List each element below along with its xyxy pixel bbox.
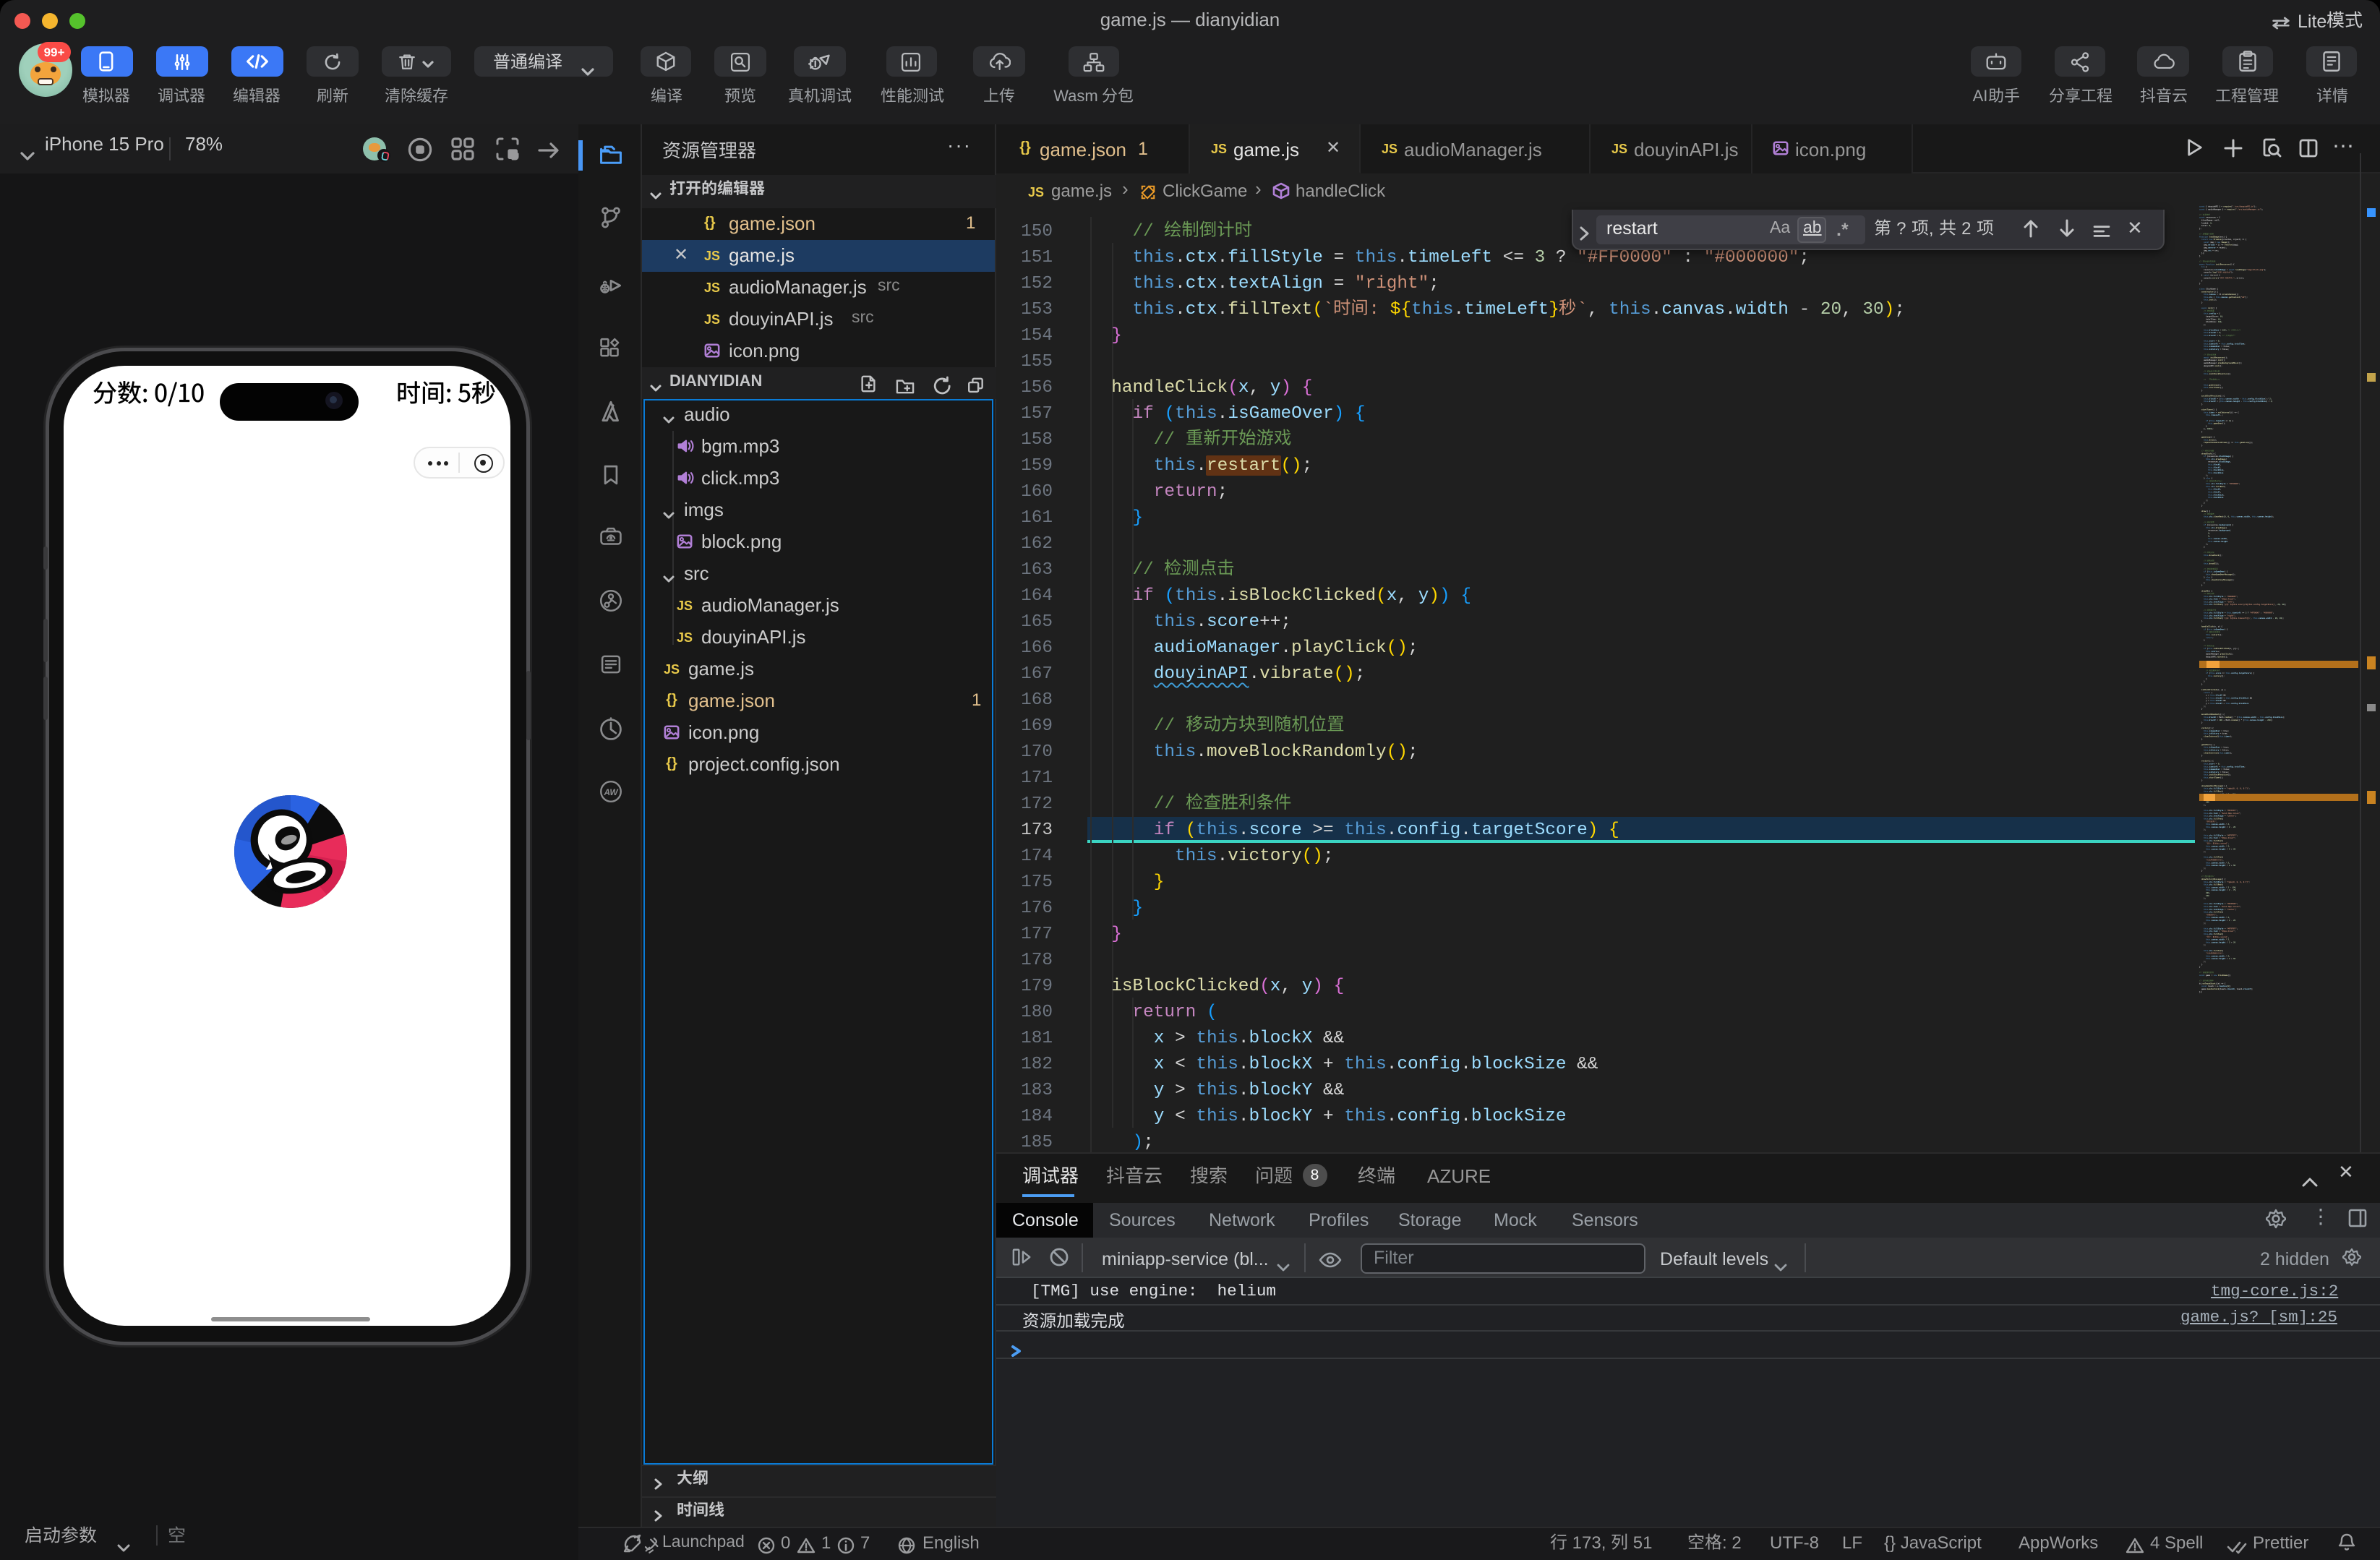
svg-text:AW: AW xyxy=(602,787,618,797)
